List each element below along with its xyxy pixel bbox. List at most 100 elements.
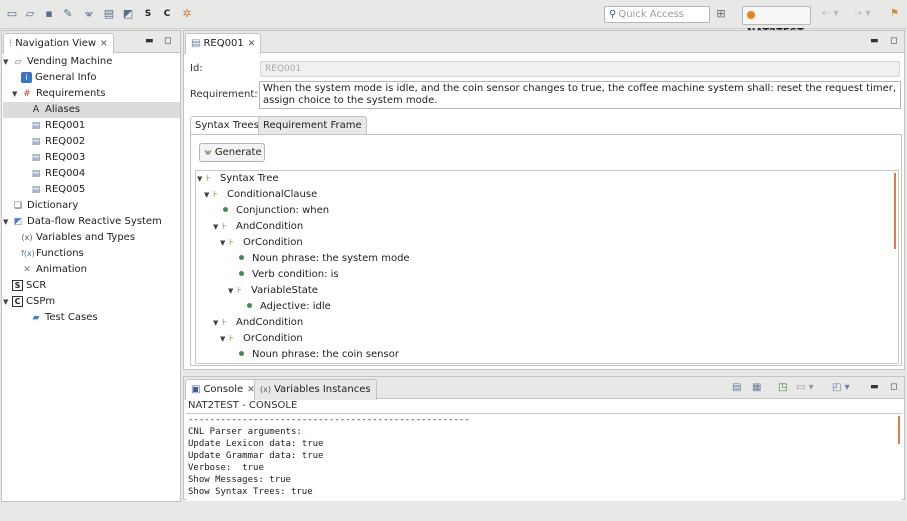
table-icon[interactable]: ▤ <box>102 7 116 21</box>
perspective-button[interactable]: NAT2TEST <box>742 6 811 38</box>
tree-scrollbar[interactable] <box>894 173 896 249</box>
tree-node[interactable]: ▼ ⊦ OrCondition <box>220 235 303 251</box>
test-cases-icon: ▰ <box>32 313 40 323</box>
tab-req001[interactable]: ▤ REQ001 ✕ <box>185 33 262 54</box>
tree-node[interactable]: ▼ ⊦ AndCondition <box>213 315 303 331</box>
expand-arrow-icon[interactable]: ▼ <box>3 214 12 230</box>
pin-console-icon[interactable]: ◳ <box>778 382 787 394</box>
save-icon[interactable]: ▪ <box>42 7 56 21</box>
variables-icon: (x) <box>21 233 33 242</box>
tree-leaf[interactable]: Adjective: idle <box>247 299 331 315</box>
animation-icon: ✕ <box>23 265 31 275</box>
nav-item-vending-machine[interactable]: ▼ ▱ Vending Machine <box>3 54 112 70</box>
tab-console[interactable]: ▣ Console ✕ <box>185 379 261 400</box>
new-icon[interactable]: ▭ <box>5 7 19 21</box>
console-scrollbar[interactable] <box>898 416 900 444</box>
folder-icon: ▱ <box>14 57 22 67</box>
console-line: CNL Parser arguments: <box>188 427 302 437</box>
maximize-icon[interactable]: ◻ <box>890 36 897 46</box>
open-perspective-icon[interactable]: ⊞ <box>714 7 728 21</box>
tree-leaf[interactable]: Noun phrase: the coin sensor <box>239 347 399 363</box>
edit-icon[interactable]: ✎ <box>61 7 75 21</box>
display-console-icon[interactable]: ▭ ▾ <box>796 382 814 394</box>
leaf-bullet-icon <box>247 299 255 305</box>
nav-item-scr[interactable]: S SCR <box>3 278 46 294</box>
tree-leaf[interactable]: Verb condition: is <box>239 267 339 283</box>
close-icon[interactable]: ✕ <box>100 39 108 49</box>
maximize-icon[interactable]: ◻ <box>890 382 897 392</box>
nav-item-functions[interactable]: f(x)Functions <box>12 246 84 262</box>
nav-item-general-info[interactable]: i General Info <box>12 70 97 86</box>
leaf-bullet-icon <box>239 347 247 353</box>
console-icon: ▣ <box>191 384 201 395</box>
quick-access-input[interactable]: ⚲ Quick Access <box>604 6 710 23</box>
nav-item-dictionary[interactable]: ❏ Dictionary <box>12 198 78 214</box>
tree-node[interactable]: ▼ ⊦ Syntax Tree <box>197 171 279 187</box>
tree-node[interactable]: ▼ ⊦ OrCondition <box>220 331 303 347</box>
tree-leaf[interactable]: Noun phrase: the system mode <box>239 251 410 267</box>
nav-item-variables-and-types[interactable]: (x) Variables and Types <box>12 230 136 246</box>
document-icon: ▤ <box>31 137 41 147</box>
expand-arrow-icon[interactable]: ▼ <box>3 294 12 310</box>
nav-item-animation[interactable]: ✕ Animation <box>12 262 87 278</box>
nav-item-req002[interactable]: ▤ REQ002 <box>21 134 86 150</box>
expand-arrow-icon[interactable]: ▼ <box>3 54 12 70</box>
requirement-text-field[interactable]: When the system mode is idle, and the co… <box>259 81 901 109</box>
console-output[interactable]: ----------------------------------------… <box>186 413 902 501</box>
variables-icon: (x) <box>260 385 271 394</box>
tree-node-icon: ⊦ <box>206 174 211 184</box>
nav-item-requirements[interactable]: ▼ # Requirements <box>12 86 106 102</box>
tab-variables-instances[interactable]: (x) Variables Instances <box>254 379 377 400</box>
forward-icon[interactable]: ⇢ ▾ <box>854 7 871 21</box>
console-title: NAT2TEST - CONSOLE <box>188 400 298 411</box>
tree-node[interactable]: ▼ ⊦ ConditionalClause <box>204 187 317 203</box>
requirements-icon: # <box>23 89 31 99</box>
id-field[interactable]: REQ001 <box>260 61 900 77</box>
editor-req001: ▤ REQ001 ✕ ▬ ◻ Id: REQ001 Requirement: ◦ W… <box>183 30 905 370</box>
scr-icon[interactable]: S <box>141 7 155 21</box>
nav-item-req004[interactable]: ▤ REQ004 <box>21 166 86 182</box>
nav-item-req003[interactable]: ▤ REQ003 <box>21 150 86 166</box>
leaf-bullet-icon <box>223 203 231 209</box>
maximize-icon[interactable]: ◻ <box>164 36 171 46</box>
chart-icon[interactable]: ◩ <box>121 7 135 21</box>
tree-node-icon: ⊦ <box>222 318 227 328</box>
run-tests-icon[interactable]: ✲ <box>180 7 194 21</box>
console-line: Verbose: true <box>188 463 264 473</box>
tree-leaf[interactable]: Conjunction: when <box>223 203 329 219</box>
cspm-icon[interactable]: C <box>160 7 174 21</box>
tree-node-icon: ⊦ <box>229 334 234 344</box>
minimize-icon[interactable]: ▬ <box>870 382 879 392</box>
tree-node[interactable]: ▼ ⊦ VariableState <box>228 283 318 299</box>
perspective-icon <box>747 11 755 19</box>
nav-item-test-cases[interactable]: ▰ Test Cases <box>21 310 98 326</box>
requirement-label: Requirement: <box>190 89 258 100</box>
clear-console-icon[interactable]: ▤ <box>732 382 741 394</box>
nav-item-aliases[interactable]: Ａ Aliases <box>3 102 180 118</box>
pin-icon[interactable]: ⚑ <box>890 7 899 21</box>
scroll-lock-icon[interactable]: ▦ <box>752 382 761 394</box>
open-folder-icon[interactable]: ▱ <box>23 7 37 21</box>
minimize-icon[interactable]: ▬ <box>145 36 154 46</box>
main-toolbar: ▭ ▱ ▪ ✎ ⩖ ▤ ◩ S C ✲ ⚲Quick Access ⊞ NAT2… <box>0 0 907 38</box>
nav-item-req005[interactable]: ▤ REQ005 <box>21 182 86 198</box>
expand-arrow-icon[interactable]: ▼ <box>12 86 21 102</box>
chart-icon: ◩ <box>13 217 23 227</box>
back-icon[interactable]: ⇠ ▾ <box>822 7 839 21</box>
tab-syntax-trees[interactable]: Syntax Trees <box>190 116 264 136</box>
hierarchy-icon[interactable]: ⩖ <box>82 7 96 21</box>
generate-icon: ⩖ <box>204 147 212 158</box>
nav-item-cspm[interactable]: ▼ C CSPm <box>3 294 55 310</box>
navigation-tabbar: ⁝ Navigation View ✕ ▬ ◻ <box>2 31 180 54</box>
open-console-icon[interactable]: ◰ ▾ <box>832 382 850 394</box>
nav-item-req001[interactable]: ▤ REQ001 <box>21 118 86 134</box>
tab-requirement-frame[interactable]: Requirement Frame <box>258 116 367 135</box>
nav-item-dataflow-reactive-system[interactable]: ▼ ◩ Data-flow Reactive System <box>3 214 162 230</box>
tree-node[interactable]: ▼ ⊦ AndCondition <box>213 219 303 235</box>
close-icon[interactable]: ✕ <box>248 39 256 49</box>
search-icon: ⚲ <box>609 9 617 20</box>
minimize-icon[interactable]: ▬ <box>870 36 879 46</box>
generate-button[interactable]: ⩖ Generate <box>199 143 265 162</box>
tree-node-icon: ⊦ <box>237 286 242 296</box>
tab-navigation-view[interactable]: ⁝ Navigation View ✕ <box>3 33 114 54</box>
